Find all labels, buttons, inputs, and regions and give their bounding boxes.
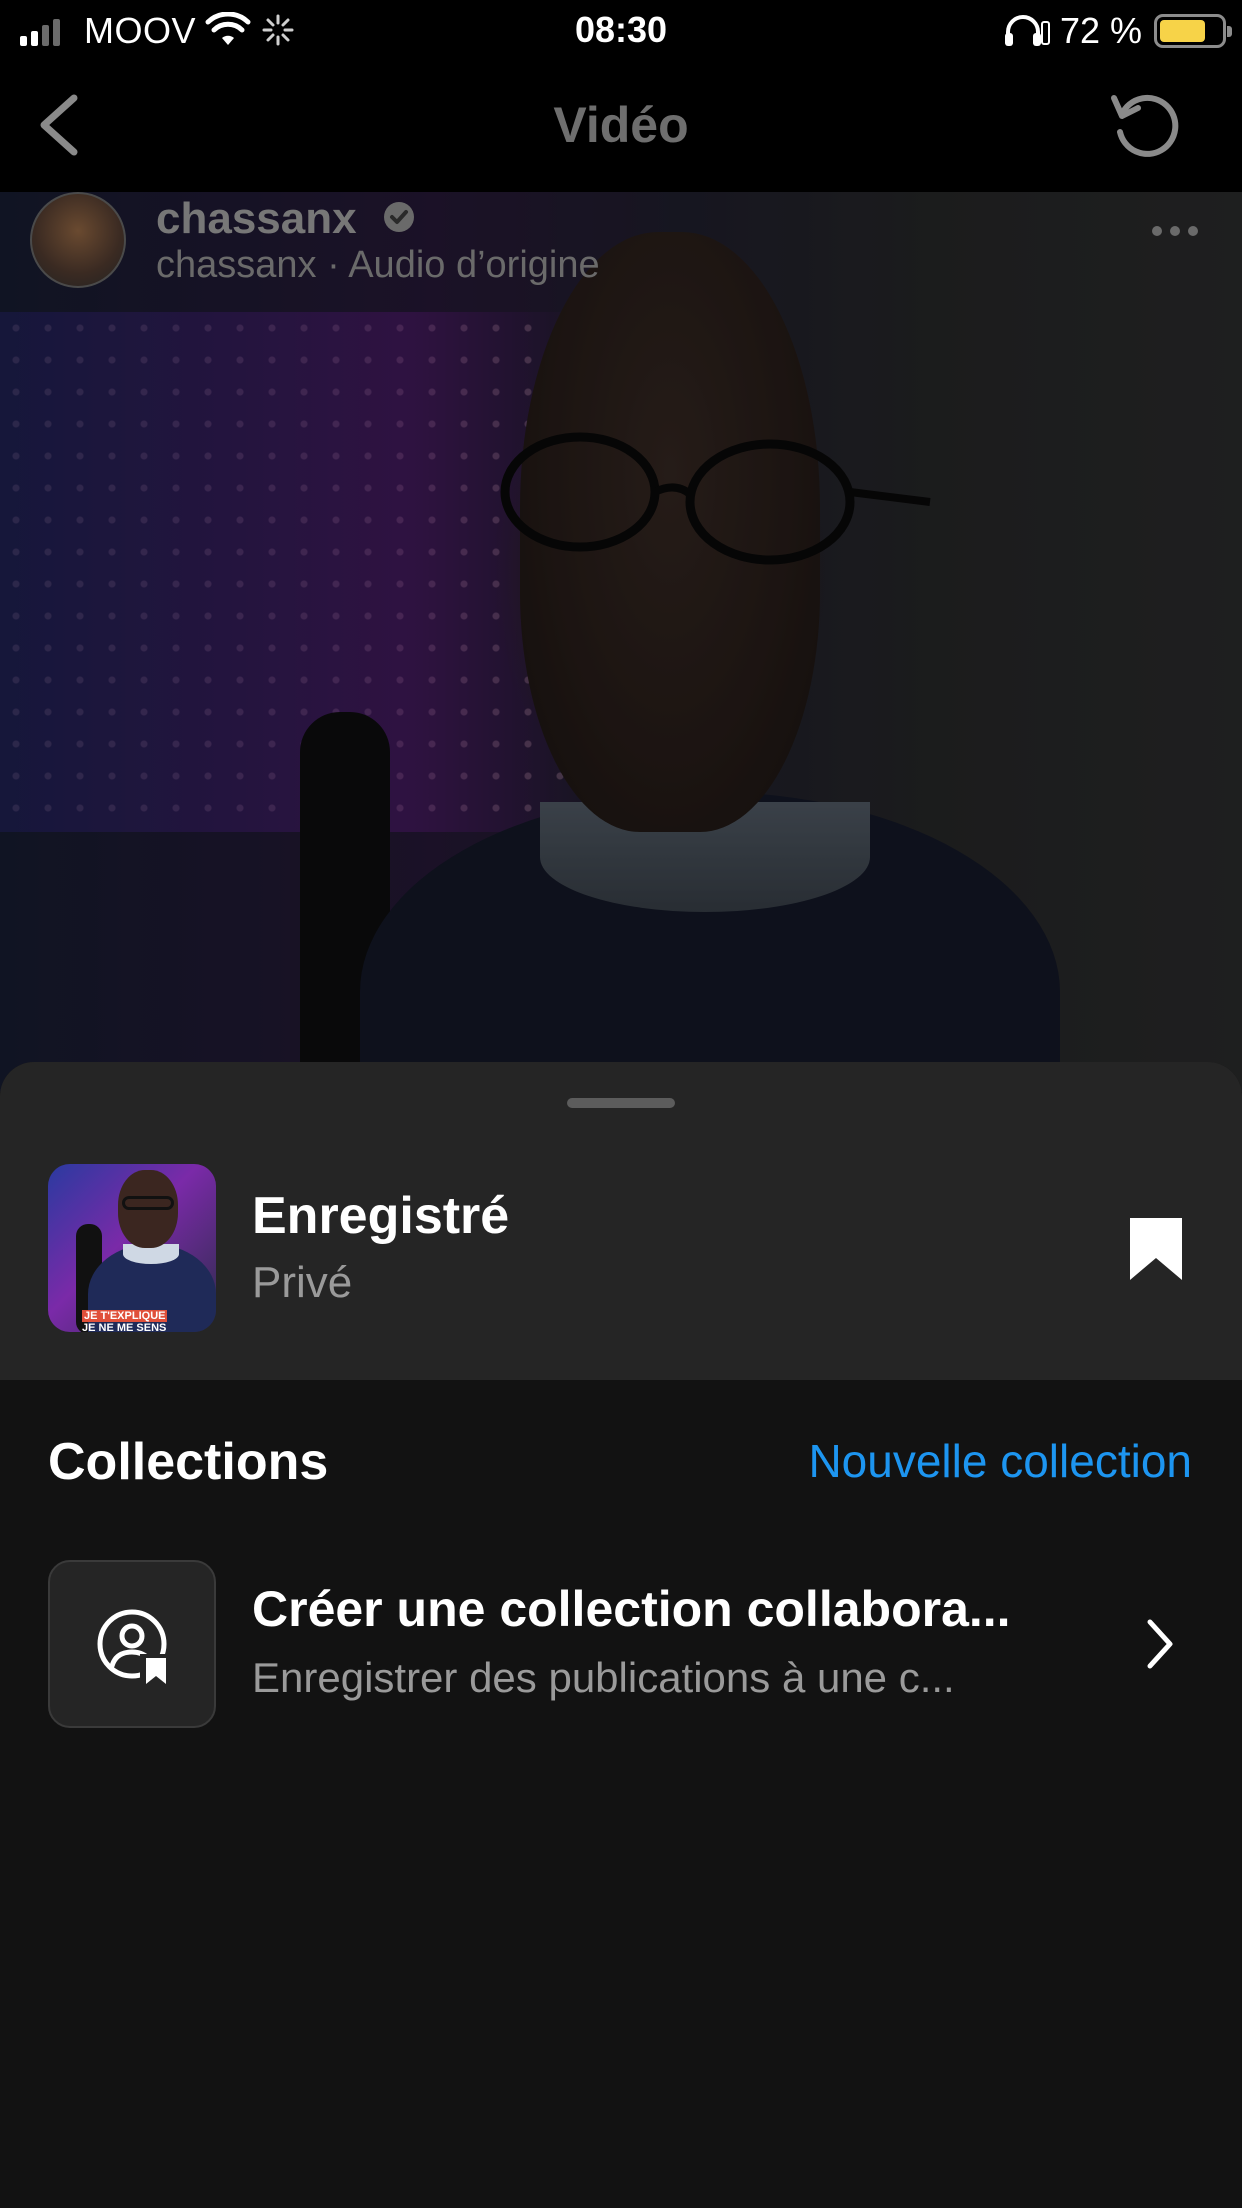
saved-privacy-label: Privé [252,1258,353,1307]
collab-collection-subtitle: Enregistrer des publications à une c... [252,1654,955,1701]
saved-summary: JE T'EXPLIQUE JE NE ME SENS Enregistré P… [0,1062,1242,1380]
collaborative-collection-icon [97,1609,170,1686]
nav-bar: Vidéo [0,62,1242,192]
saved-post-thumbnail: JE T'EXPLIQUE JE NE ME SENS [48,1164,216,1332]
collections-heading: Collections [48,1433,329,1491]
more-options-icon[interactable] [1150,224,1200,238]
battery-icon [1154,14,1232,48]
new-collection-button[interactable]: Nouvelle collection [808,1434,1192,1488]
video-player[interactable]: chassanx chassanx · Audio d’origine [0,192,1242,1092]
page-title: Vidéo [553,97,689,153]
collab-collection-title: Créer une collection collabora... [252,1581,1011,1637]
verified-badge-icon [384,202,414,232]
battery-percent: 72 % [1060,10,1143,51]
headphones-icon [1005,15,1050,46]
thumbnail-caption-line2: JE NE ME SENS [82,1322,167,1332]
username[interactable]: chassanx [156,194,357,244]
collab-collection-icon-box [48,1560,216,1728]
save-bottom-sheet: JE T'EXPLIQUE JE NE ME SENS Enregistré P… [0,1062,1242,2208]
thumbnail-caption-line1: JE T'EXPLIQUE [82,1310,168,1322]
bookmark-button[interactable] [1126,1214,1186,1284]
create-collab-collection-row[interactable]: Créer une collection collabora... Enregi… [0,1560,1242,1732]
post-header: chassanx chassanx · Audio d’origine [0,192,1242,292]
refresh-button[interactable] [1108,88,1184,164]
status-time: 08:30 [574,9,668,50]
saved-title: Enregistré [252,1187,510,1245]
chevron-right-icon [1147,1619,1173,1669]
avatar[interactable] [30,192,126,288]
drag-handle[interactable] [567,1098,675,1108]
audio-label[interactable]: chassanx · Audio d’origine [156,244,600,287]
status-bar: MOOV 08:30 72 % [0,0,1242,62]
